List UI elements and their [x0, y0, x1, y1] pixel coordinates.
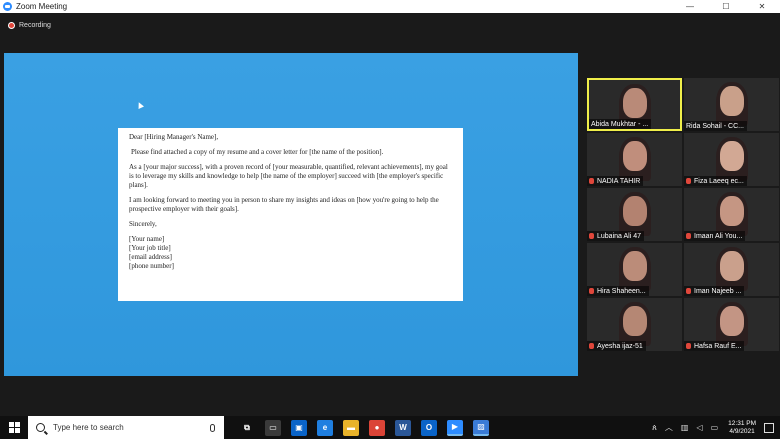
- search-icon: [36, 423, 45, 432]
- microphone-icon[interactable]: [210, 423, 215, 432]
- participant-tile[interactable]: Hira Shaheen...: [587, 243, 682, 296]
- participant-name-label: Imaan Ali You...: [684, 231, 746, 241]
- start-button[interactable]: [0, 416, 28, 439]
- participant-tile[interactable]: Hafsa Rauf E...: [684, 298, 779, 351]
- participant-name-label: Ayesha ijaz-51: [587, 341, 646, 351]
- participant-name: Ayesha ijaz-51: [597, 342, 643, 350]
- letter-salutation: Dear [Hiring Manager's Name],: [129, 133, 219, 141]
- signature-line: [Your job title]: [129, 244, 171, 252]
- participant-name: Fiza Laeeq ec...: [694, 177, 744, 185]
- participant-tile[interactable]: Abida Mukhtar - ...: [587, 78, 682, 131]
- volume-icon[interactable]: ◁: [696, 423, 702, 432]
- muted-mic-icon: [589, 178, 594, 184]
- participant-face: [622, 196, 647, 226]
- recording-bar: Recording: [0, 13, 780, 38]
- close-button[interactable]: ✕: [744, 0, 780, 13]
- participant-face: [622, 88, 647, 118]
- chevron-up-icon[interactable]: ︿: [665, 422, 673, 433]
- battery-icon[interactable]: ▭: [711, 423, 719, 432]
- window-titlebar: Zoom Meeting — ☐ ✕: [0, 0, 780, 13]
- letter-signature-block: [Your name] [Your job title] [email addr…: [129, 235, 452, 271]
- participant-tile[interactable]: Rida Sohail - CC...: [684, 78, 779, 131]
- photos-icon[interactable]: ▨: [473, 419, 489, 436]
- muted-mic-icon: [686, 288, 691, 294]
- minimize-button[interactable]: —: [672, 0, 708, 13]
- signature-line: [Your name]: [129, 235, 165, 243]
- participant-tile[interactable]: Imaan Ali You...: [684, 188, 779, 241]
- participant-face: [719, 196, 744, 226]
- zoom-logo-icon: [3, 2, 12, 11]
- muted-mic-icon: [686, 178, 691, 184]
- taskbar-clock[interactable]: 12:31 PM 4/9/2021: [728, 420, 756, 436]
- terminal-icon[interactable]: ▭: [265, 419, 281, 436]
- participant-name-label: NADIA TAHIR: [587, 176, 644, 186]
- taskbar-search[interactable]: Type here to search: [28, 416, 224, 439]
- taskbar-apps: ⧉ ▭ ▣ e ▬ ● W O ▶ ▨: [234, 419, 494, 436]
- participant-tile[interactable]: Fiza Laeeq ec...: [684, 133, 779, 186]
- participant-name: Abida Mukhtar - ...: [591, 120, 649, 128]
- participant-name-label: Rida Sohail - CC...: [684, 121, 747, 131]
- shared-screen: Dear [Hiring Manager's Name], Please fin…: [4, 53, 578, 376]
- signature-line: [phone number]: [129, 262, 174, 270]
- participant-face: [719, 306, 744, 336]
- participant-name-label: Hafsa Rauf E...: [684, 341, 745, 351]
- participant-face: [719, 86, 744, 116]
- participant-name: Imaan Ali You...: [694, 232, 743, 240]
- muted-mic-icon: [686, 343, 691, 349]
- word-icon[interactable]: W: [395, 419, 411, 436]
- participant-name-label: Iman Najeeb ...: [684, 286, 745, 296]
- search-placeholder: Type here to search: [53, 423, 124, 432]
- participant-name: Hira Shaheen...: [597, 287, 646, 295]
- letter-paragraph-1: Please find attached a copy of my resume…: [131, 148, 384, 156]
- cover-letter-document: Dear [Hiring Manager's Name], Please fin…: [118, 128, 463, 301]
- participant-tile[interactable]: Iman Najeeb ...: [684, 243, 779, 296]
- edge-icon[interactable]: e: [317, 419, 333, 436]
- participant-name: Hafsa Rauf E...: [694, 342, 742, 350]
- participant-tile[interactable]: Ayesha ijaz-51: [587, 298, 682, 351]
- task-view-icon[interactable]: ⧉: [239, 419, 255, 436]
- recording-label[interactable]: Recording: [19, 22, 51, 29]
- participant-name-label: Hira Shaheen...: [587, 286, 649, 296]
- muted-mic-icon: [589, 343, 594, 349]
- window-controls: — ☐ ✕: [672, 0, 780, 13]
- participant-tile[interactable]: NADIA TAHIR: [587, 133, 682, 186]
- letter-paragraph-3: I am looking forward to meeting you in p…: [129, 196, 439, 213]
- mouse-cursor-icon: [136, 101, 144, 109]
- system-tray: ጰ ︿ ▥ ◁ ▭ 12:31 PM 4/9/2021: [648, 416, 780, 439]
- store-icon[interactable]: ▣: [291, 419, 307, 436]
- participant-name: Iman Najeeb ...: [694, 287, 742, 295]
- notification-center-icon[interactable]: [764, 422, 774, 433]
- muted-mic-icon: [686, 233, 691, 239]
- participant-name: Lubaina Ali 47: [597, 232, 641, 240]
- muted-mic-icon: [589, 233, 594, 239]
- participant-face: [622, 141, 647, 171]
- network-icon[interactable]: ▥: [681, 423, 689, 432]
- zoom-icon[interactable]: ▶: [447, 419, 463, 436]
- participant-face: [719, 251, 744, 281]
- participant-name-label: Fiza Laeeq ec...: [684, 176, 747, 186]
- signature-line: [email address]: [129, 253, 172, 261]
- muted-mic-icon: [589, 288, 594, 294]
- participant-face: [719, 141, 744, 171]
- participant-face: [622, 251, 647, 281]
- letter-paragraph-2: As a [your major success], with a proven…: [129, 163, 448, 189]
- participant-tile[interactable]: Lubaina Ali 47: [587, 188, 682, 241]
- participant-face: [622, 306, 647, 336]
- participant-name-label: Lubaina Ali 47: [587, 231, 644, 241]
- recording-dot-icon: [8, 22, 15, 29]
- people-icon[interactable]: ጰ: [652, 423, 657, 433]
- participant-name-label: Abida Mukhtar - ...: [589, 119, 652, 129]
- clock-date: 4/9/2021: [729, 427, 755, 435]
- participant-name: NADIA TAHIR: [597, 177, 641, 185]
- windows-logo-icon: [8, 422, 20, 433]
- window-title: Zoom Meeting: [16, 2, 68, 11]
- file-explorer-icon[interactable]: ▬: [343, 419, 359, 436]
- maximize-button[interactable]: ☐: [708, 0, 744, 13]
- clock-time: 12:31 PM: [728, 419, 756, 427]
- participant-name: Rida Sohail - CC...: [686, 122, 744, 130]
- outlook-icon[interactable]: O: [421, 419, 437, 436]
- chrome-icon[interactable]: ●: [369, 419, 385, 436]
- windows-taskbar: Type here to search ⧉ ▭ ▣ e ▬ ● W O ▶ ▨ ጰ ︿ ▥ ◁ ▭…: [0, 416, 780, 439]
- letter-closing: Sincerely,: [129, 220, 157, 228]
